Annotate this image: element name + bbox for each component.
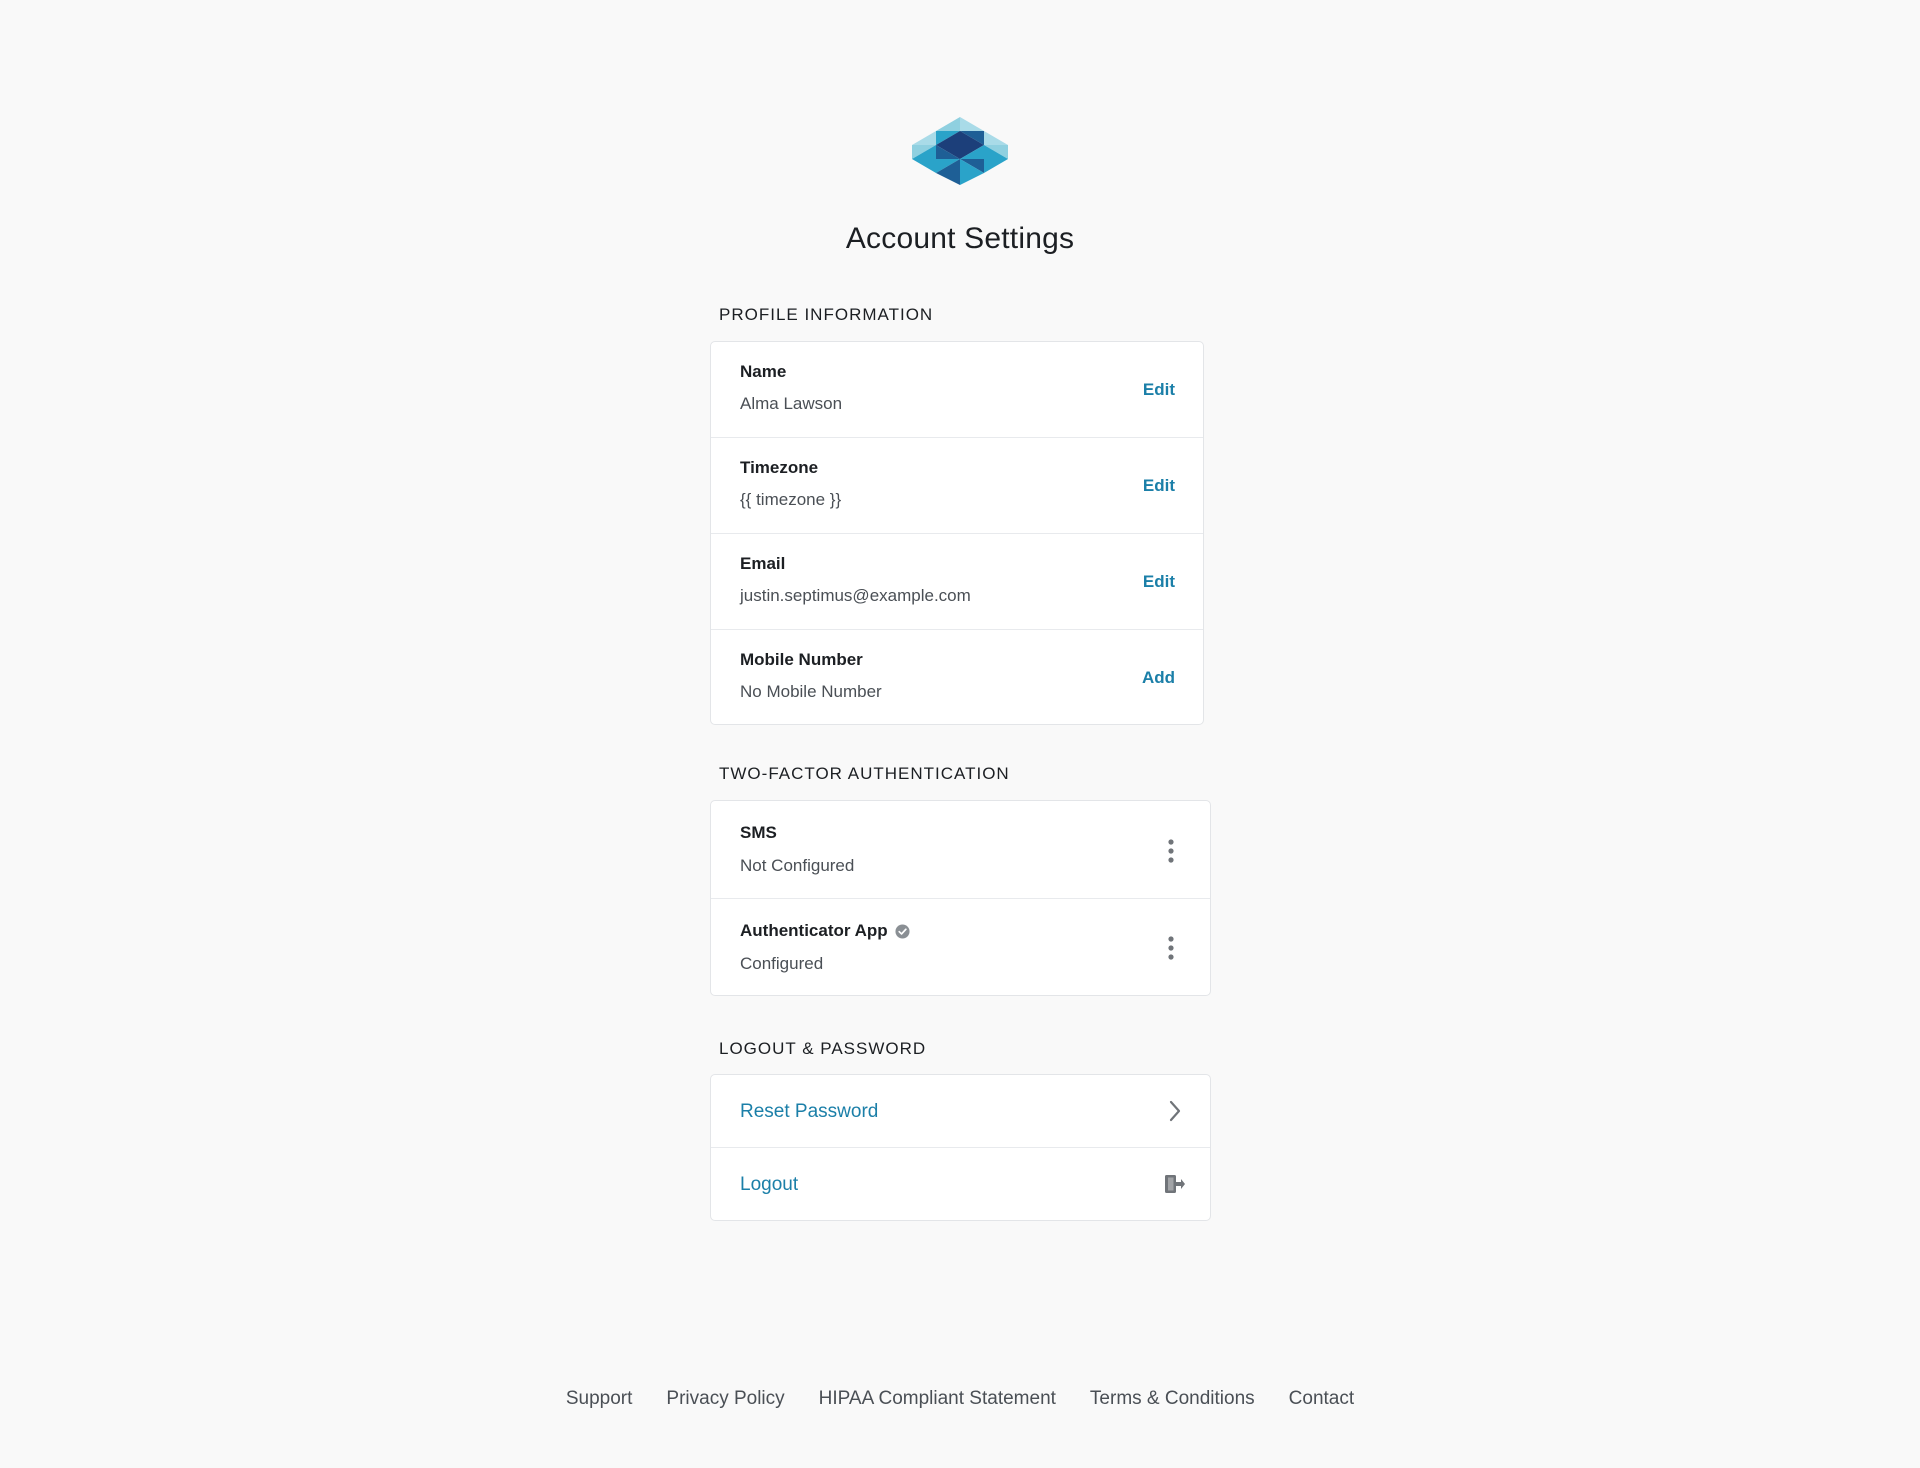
two-factor-section-label: TWO-FACTOR AUTHENTICATION (719, 764, 1010, 783)
kebab-menu-icon[interactable] (1168, 936, 1174, 960)
profile-row-mobile: Mobile Number No Mobile Number Add (711, 630, 1203, 724)
row-value: No Mobile Number (740, 682, 882, 701)
footer-link-terms[interactable]: Terms & Conditions (1090, 1388, 1255, 1410)
account-settings-page: Account Settings PROFILE INFORMATION Nam… (0, 0, 1920, 1468)
kebab-menu-icon[interactable] (1168, 839, 1174, 863)
footer-link-privacy-policy[interactable]: Privacy Policy (666, 1388, 784, 1410)
row-value: Not Configured (740, 856, 855, 875)
logout-icon[interactable] (1164, 1174, 1186, 1194)
profile-card: Name Alma Lawson Edit Timezone {{ timezo… (710, 341, 1204, 725)
logout-password-card: Reset Password Logout (710, 1074, 1211, 1221)
row-title-text: Authenticator App (740, 921, 888, 940)
footer: Support Privacy Policy HIPAA Compliant S… (0, 1388, 1920, 1410)
logout-link[interactable]: Logout (740, 1174, 798, 1196)
edit-email-button[interactable]: Edit (1143, 572, 1175, 592)
footer-link-contact[interactable]: Contact (1289, 1388, 1354, 1410)
logout-row[interactable]: Logout (711, 1148, 1210, 1220)
edit-name-button[interactable]: Edit (1143, 380, 1175, 400)
profile-row-timezone: Timezone {{ timezone }} Edit (711, 438, 1203, 534)
two-factor-row-authenticator: Authenticator App Configured (711, 899, 1210, 995)
reset-password-link[interactable]: Reset Password (740, 1101, 878, 1123)
add-mobile-button[interactable]: Add (1142, 668, 1175, 688)
footer-link-support[interactable]: Support (566, 1388, 633, 1410)
logout-password-section-label: LOGOUT & PASSWORD (719, 1039, 927, 1058)
chevron-right-icon[interactable] (1168, 1100, 1182, 1122)
row-title: Authenticator App (740, 921, 910, 941)
row-value: justin.septimus@example.com (740, 586, 971, 605)
verified-check-icon (895, 923, 910, 939)
reset-password-row[interactable]: Reset Password (711, 1075, 1210, 1148)
row-title: Mobile Number (740, 650, 863, 669)
brand-logo (912, 117, 1008, 185)
page-title: Account Settings (845, 222, 1075, 255)
row-title: Email (740, 554, 786, 573)
profile-section-label: PROFILE INFORMATION (719, 305, 934, 324)
footer-link-hipaa[interactable]: HIPAA Compliant Statement (819, 1388, 1056, 1410)
edit-timezone-button[interactable]: Edit (1143, 476, 1175, 496)
profile-row-name: Name Alma Lawson Edit (711, 342, 1203, 438)
two-factor-card: SMS Not Configured Authenticator App Con… (710, 800, 1211, 996)
row-title: SMS (740, 823, 777, 842)
two-factor-row-sms: SMS Not Configured (711, 801, 1210, 899)
row-value: Alma Lawson (740, 394, 843, 413)
profile-row-email: Email justin.septimus@example.com Edit (711, 534, 1203, 630)
row-title: Name (740, 362, 787, 381)
row-value: {{ timezone }} (740, 490, 842, 509)
row-value: Configured (740, 954, 824, 973)
row-title: Timezone (740, 458, 819, 477)
